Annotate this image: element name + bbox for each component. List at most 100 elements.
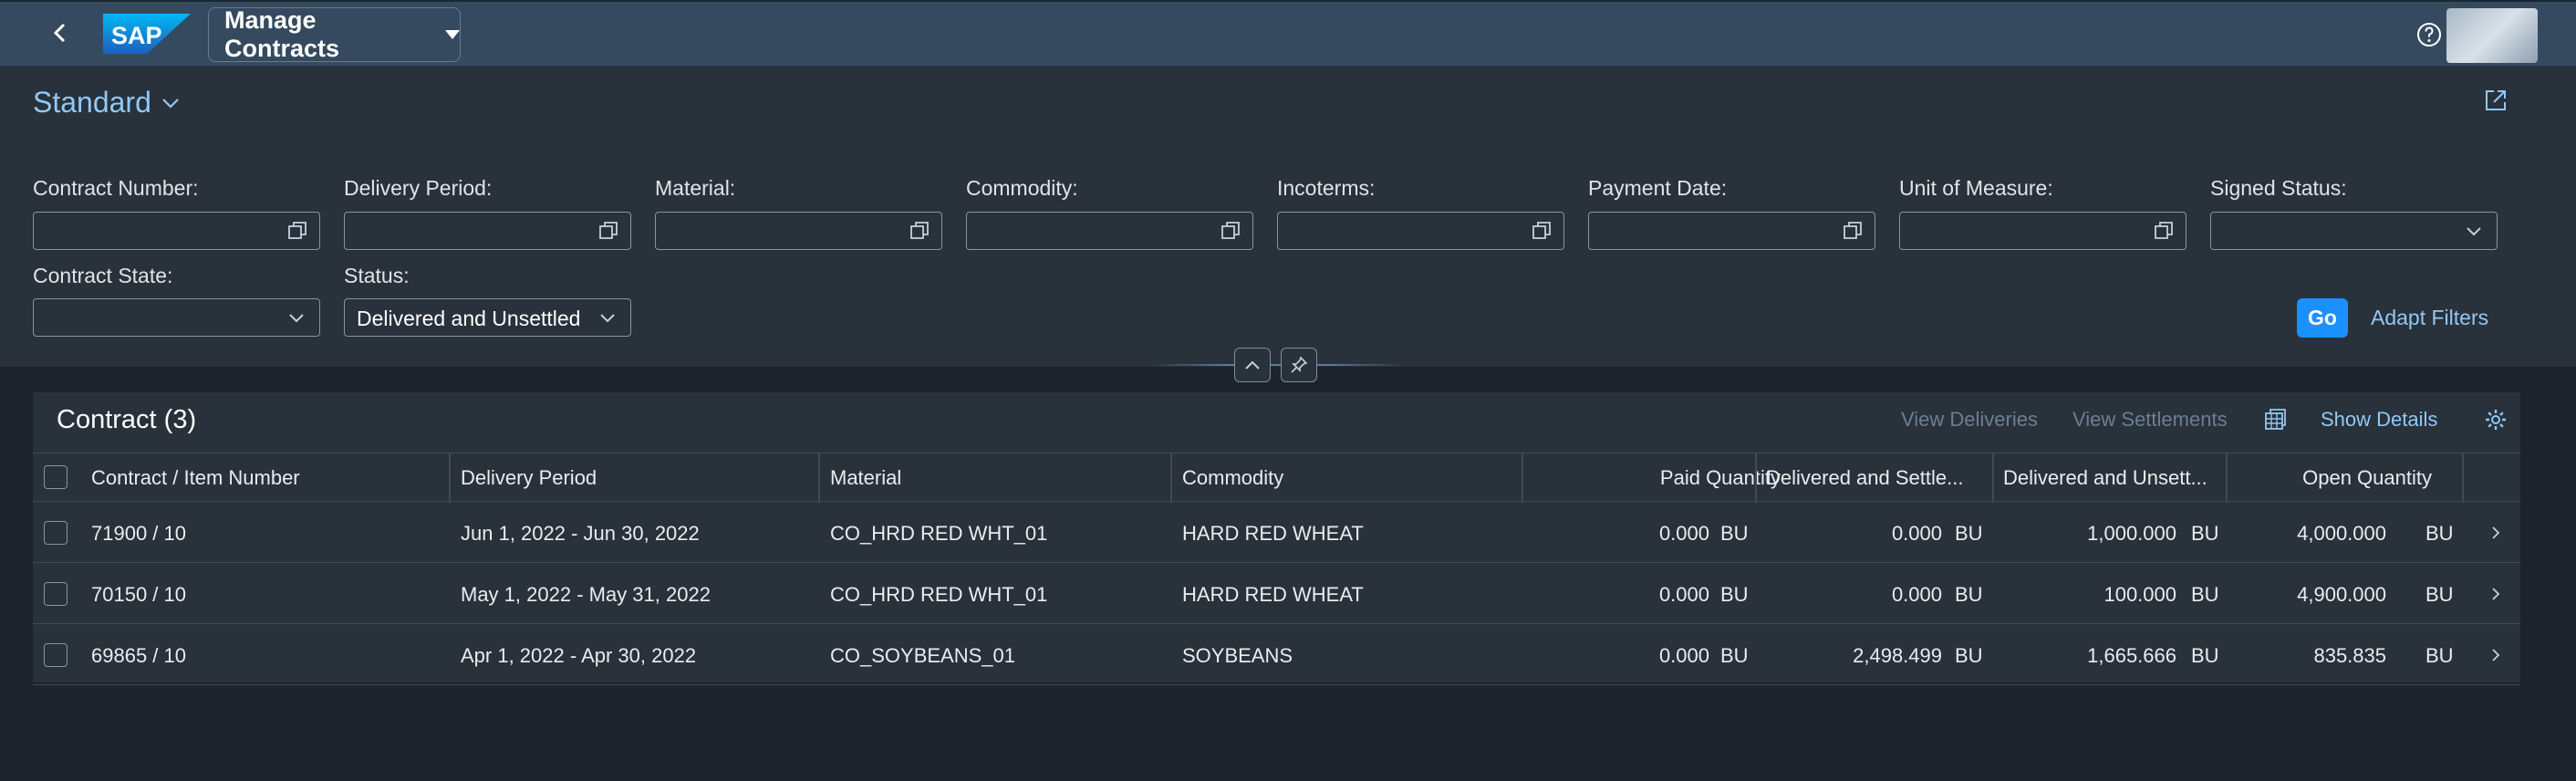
value-help-icon[interactable] [286,220,308,242]
material-label: Material: [655,176,736,200]
column-divider [1522,453,1523,503]
open-quantity: 4,900.000 [2297,583,2386,606]
share-icon[interactable] [2481,86,2510,115]
go-button[interactable]: Go [2297,298,2348,338]
value-help-icon[interactable] [597,220,619,242]
signed-status-label: Signed Status: [2210,176,2347,200]
column-header-delivery-period[interactable]: Delivery Period [461,466,597,490]
column-divider [1755,453,1757,503]
delivery-period-input[interactable] [344,212,631,250]
chevron-down-icon [162,98,179,109]
variant-management[interactable]: Standard [33,86,181,120]
delivered-unsettled-quantity: 100.000 [2103,583,2176,606]
paid-quantity-uom: BU [1720,522,1749,545]
open-quantity: 835.835 [2313,644,2386,667]
contract-item-number: 71900 / 10 [91,522,186,545]
delivered-settled-quantity: 2,498.499 [1853,644,1942,667]
chevron-down-icon [600,314,615,323]
open-quantity-uom: BU [2425,583,2454,606]
paid-quantity: 0.000 [1658,644,1709,667]
paid-quantity-uom: BU [1720,583,1749,606]
chevron-right-icon[interactable] [2487,524,2505,542]
show-details-button[interactable]: Show Details [2321,408,2437,432]
contract-item-number: 69865 / 10 [91,644,186,667]
commodity: HARD RED WHEAT [1182,522,1364,545]
payment-date-label: Payment Date: [1588,176,1728,200]
value-help-icon[interactable] [1842,220,1864,242]
chevron-up-icon [1245,360,1260,370]
help-icon[interactable] [2415,20,2444,49]
select-all-checkbox[interactable] [44,465,68,489]
column-divider [1992,453,1994,503]
signed-status-select[interactable] [2210,212,2498,250]
pin-header-button[interactable] [1281,348,1317,382]
delivery-period: Jun 1, 2022 - Jun 30, 2022 [461,522,700,545]
adapt-filters-button[interactable]: Adapt Filters [2371,306,2488,330]
table-row[interactable]: 70150 / 10 May 1, 2022 - May 31, 2022 CO… [33,564,2520,624]
filter-separator [1149,364,1405,366]
material-input[interactable] [655,212,942,250]
column-divider [1170,453,1172,503]
variant-title: Standard [33,86,151,119]
payment-date-input[interactable] [1588,212,1875,250]
status-value: Delivered and Unsettled [357,307,581,330]
column-header-paid-quantity[interactable]: Paid Quantity [1529,466,1781,490]
chevron-down-icon [2467,227,2481,236]
chevron-left-icon [53,23,66,43]
delivery-period: May 1, 2022 - May 31, 2022 [461,583,711,606]
column-header-commodity[interactable]: Commodity [1182,466,1283,490]
open-quantity: 4,000.000 [2297,522,2386,545]
unit-of-measure-input[interactable] [1899,212,2186,250]
app-title-menu-button[interactable]: Manage Contracts [208,6,461,62]
column-header-delivered-settled[interactable]: Delivered and Settle... [1766,466,1963,490]
chevron-right-icon[interactable] [2487,646,2505,664]
delivered-unsettled-quantity: 1,000.000 [2087,522,2176,545]
delivered-settled-quantity: 0.000 [1891,522,1942,545]
value-help-icon[interactable] [909,220,930,242]
value-help-icon[interactable] [1220,220,1241,242]
delivered-settled-uom: BU [1955,522,1983,545]
sap-logo-text: SAP [111,22,162,49]
column-header-material[interactable]: Material [830,466,901,490]
column-header-delivered-unsettled[interactable]: Delivered and Unsett... [2003,466,2207,490]
material: CO_HRD RED WHT_01 [830,522,1048,545]
table-row[interactable]: 69865 / 10 Apr 1, 2022 - Apr 30, 2022 CO… [33,625,2520,685]
chevron-right-icon[interactable] [2487,585,2505,603]
view-deliveries-button[interactable]: View Deliveries [1901,408,2038,432]
settings-gear-icon[interactable] [2483,407,2508,432]
value-help-icon[interactable] [2153,220,2175,242]
user-avatar[interactable] [2446,8,2538,63]
view-settlements-button[interactable]: View Settlements [2072,408,2228,432]
caret-down-icon [445,30,460,39]
column-header-contract[interactable]: Contract / Item Number [91,466,300,490]
paid-quantity-uom: BU [1720,644,1749,667]
column-header-open-quantity[interactable]: Open Quantity [2231,466,2432,490]
delivery-period: Apr 1, 2022 - Apr 30, 2022 [461,644,697,667]
delivery-period-label: Delivery Period: [344,176,493,200]
contract-state-label: Contract State: [33,264,173,287]
contract-number-input[interactable] [33,212,320,250]
delivered-settled-uom: BU [1955,583,1983,606]
material: CO_SOYBEANS_01 [830,644,1015,667]
status-select[interactable]: Delivered and Unsettled [344,298,631,337]
back-button[interactable] [42,15,78,51]
contract-item-number: 70150 / 10 [91,583,186,606]
contracts-table-panel: Contract (3) View Deliveries View Settle… [33,392,2520,685]
sap-logo[interactable]: SAP [103,14,191,54]
table-row[interactable]: 71900 / 10 Jun 1, 2022 - Jun 30, 2022 CO… [33,503,2520,563]
commodity-input[interactable] [966,212,1253,250]
collapse-header-button[interactable] [1234,348,1271,382]
column-divider [2226,453,2228,503]
value-help-icon[interactable] [1531,220,1553,242]
row-checkbox[interactable] [44,521,68,545]
delivered-unsettled-quantity: 1,665.666 [2087,644,2176,667]
row-checkbox[interactable] [44,643,68,667]
shell-bar: SAP Manage Contracts [0,0,2576,66]
unit-of-measure-label: Unit of Measure: [1899,176,2053,200]
incoterms-input[interactable] [1277,212,1564,250]
material: CO_HRD RED WHT_01 [830,583,1048,606]
export-spreadsheet-icon[interactable] [2262,407,2288,432]
contract-state-select[interactable] [33,298,320,337]
pin-icon [1291,356,1308,373]
row-checkbox[interactable] [44,582,68,606]
